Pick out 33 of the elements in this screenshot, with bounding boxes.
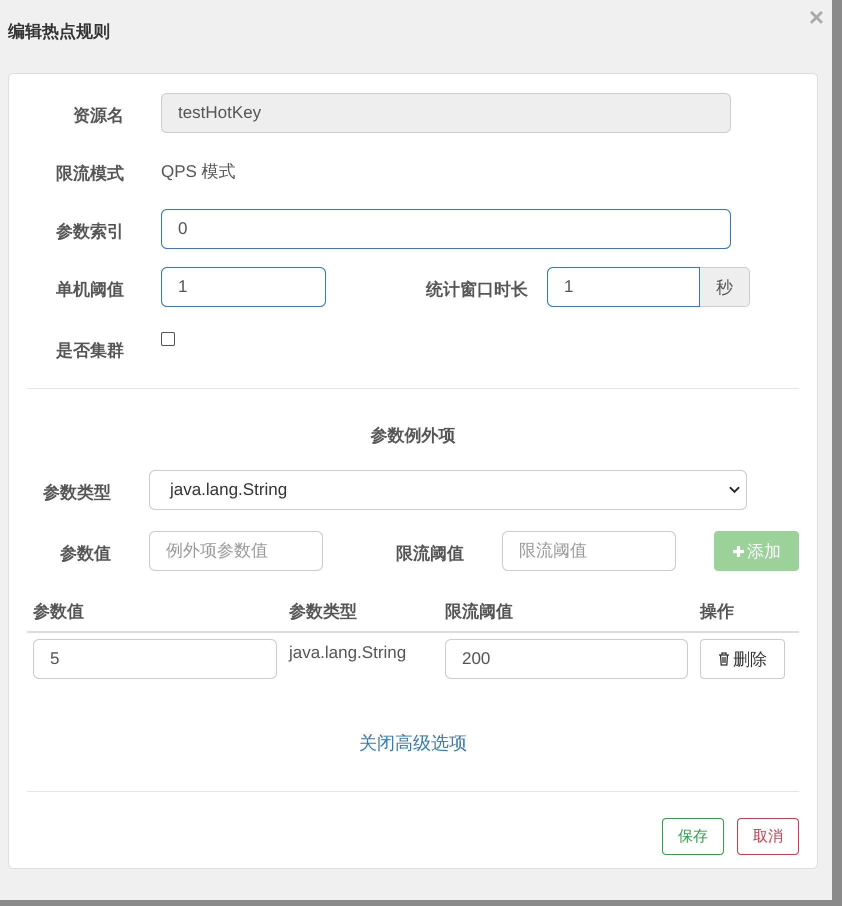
- column-header: 参数类型: [289, 602, 357, 621]
- window-duration-field[interactable]: 1: [547, 267, 700, 307]
- field-label: 统计窗口时长: [424, 278, 528, 300]
- table-cell: java.lang.String: [289, 643, 406, 662]
- limit-field[interactable]: 200: [445, 639, 688, 679]
- field-label: 参数类型: [42, 482, 111, 504]
- plus-icon: [732, 544, 745, 558]
- chevron-down-icon: [729, 486, 740, 494]
- threshold-field[interactable]: 1: [161, 267, 326, 307]
- cluster-checkbox[interactable]: [161, 332, 175, 346]
- field-label: 资源名: [72, 104, 124, 126]
- field-label: 参数值: [59, 542, 111, 564]
- field-label: 限流阈值: [395, 542, 464, 564]
- limit-field[interactable]: 限流阈值: [502, 531, 676, 571]
- mode-value: QPS 模式: [161, 160, 236, 182]
- section-title: 参数例外项: [370, 425, 456, 447]
- column-header: 限流阈值: [445, 602, 513, 621]
- trash-icon: [718, 652, 730, 666]
- column-header: 参数值: [33, 602, 84, 621]
- param-value-field[interactable]: 5: [33, 639, 277, 679]
- unit-addon: 秒: [700, 267, 750, 307]
- param-index-field[interactable]: 0: [161, 209, 731, 249]
- field-label: 是否集群: [55, 340, 124, 362]
- dialog-title: 编辑热点规则: [8, 21, 110, 43]
- close-advanced-link[interactable]: 关闭高级选项: [359, 733, 467, 753]
- delete-button[interactable]: 删除: [700, 639, 785, 679]
- field-label: 限流模式: [55, 162, 124, 184]
- cancel-button[interactable]: 取消: [737, 818, 799, 855]
- param-value-field[interactable]: 例外项参数值: [149, 531, 323, 571]
- field-label: 单机阈值: [55, 278, 124, 300]
- column-header: 操作: [700, 602, 734, 621]
- field-label: 参数索引: [55, 220, 124, 242]
- param-type-select[interactable]: java.lang.String: [149, 470, 747, 510]
